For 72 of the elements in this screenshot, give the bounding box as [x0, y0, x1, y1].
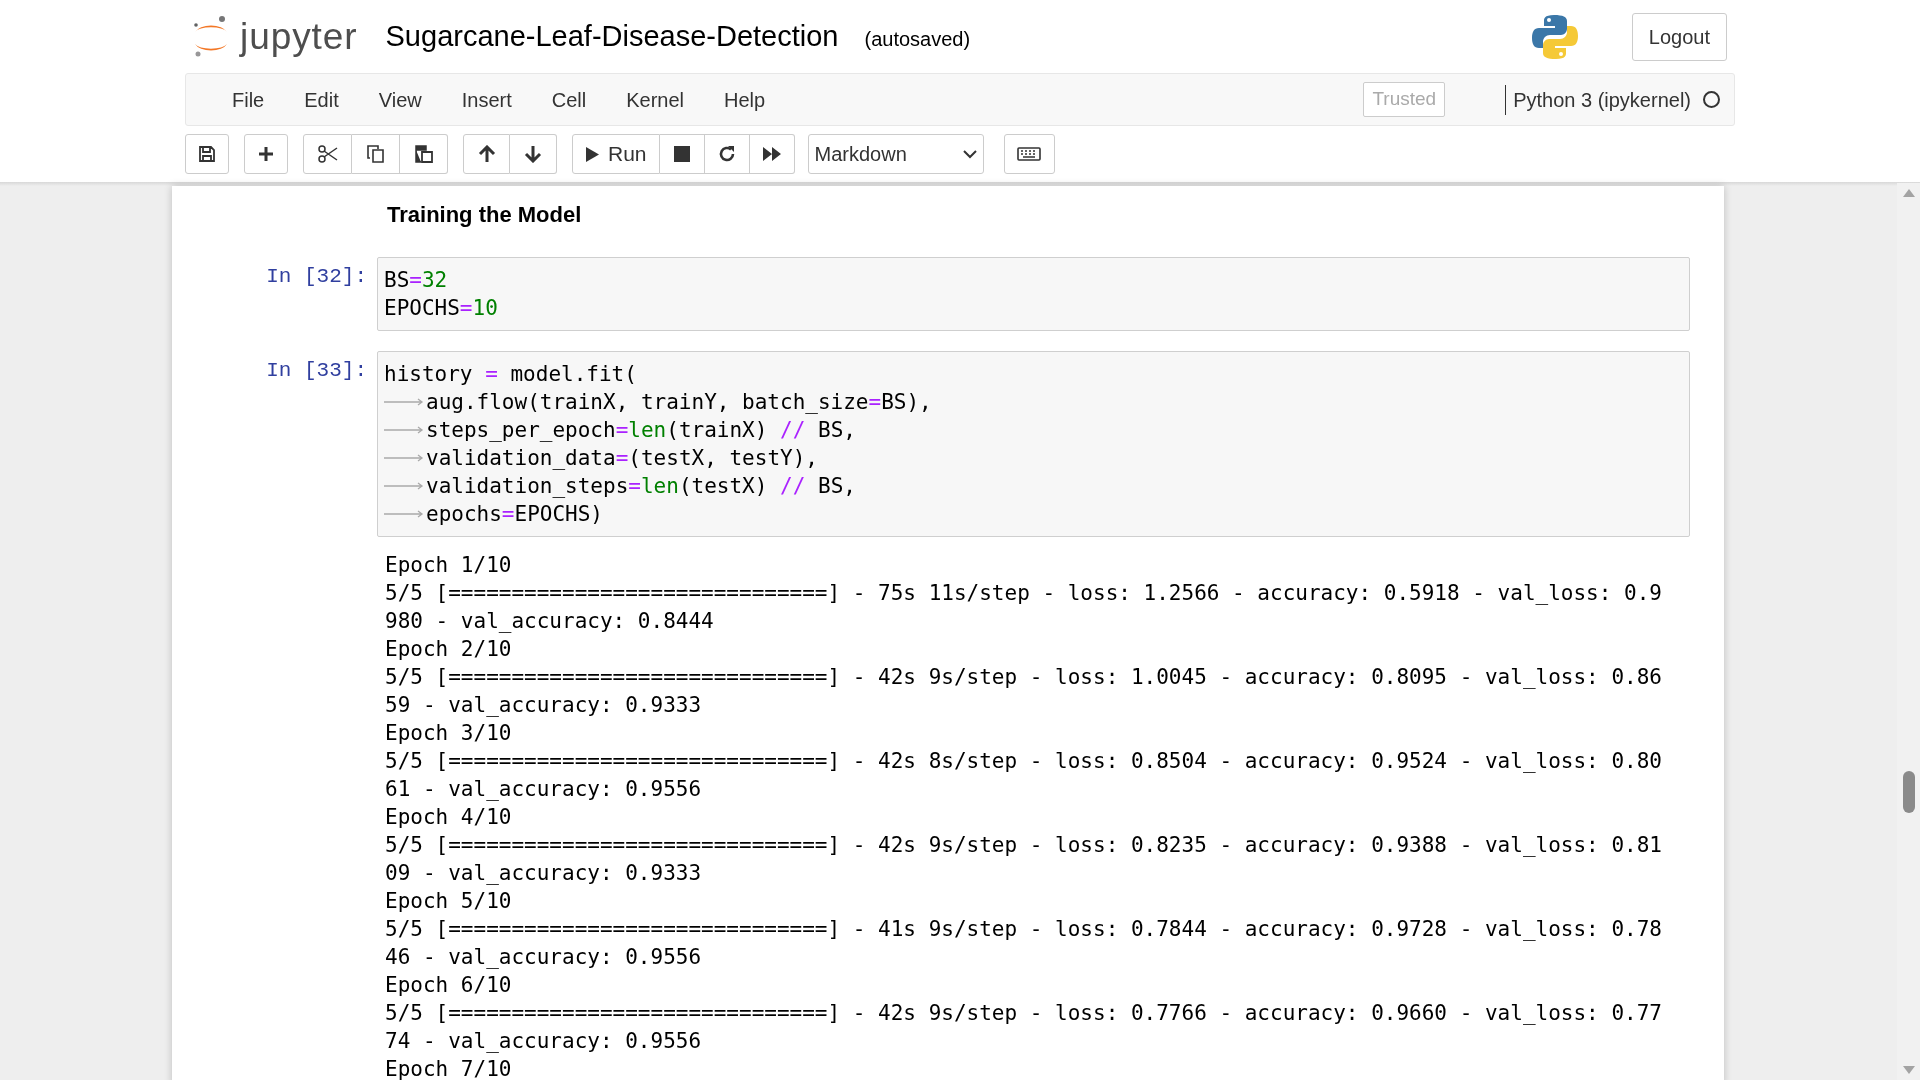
run-button[interactable]: Run — [572, 134, 660, 174]
menu-item[interactable]: Edit — [284, 84, 359, 115]
save-button[interactable] — [185, 134, 229, 174]
menu-item[interactable]: View — [358, 84, 442, 115]
code-line: history = model.fit( — [384, 361, 637, 388]
copy-icon — [365, 144, 386, 164]
output-line: 5/5 [==============================] - 42s 9s/step - loss: 0.7766 - accuracy: 0.9660 - val_loss: 0.77 — [385, 1000, 1662, 1027]
paste-icon — [413, 144, 434, 164]
output-line: 5/5 [==============================] - 75s 11s/step - loss: 1.2566 - accuracy: 0.5918 - val_loss: 0.9 — [385, 580, 1662, 607]
output-line: 59 - val_accuracy: 0.9333 — [385, 692, 702, 719]
code-input[interactable]: BS=32 EPOCHS=10 — [377, 257, 1690, 331]
stop-icon — [673, 146, 690, 162]
code-input[interactable]: history = model.fit( aug.flow(trainX, trainY, batch_size=BS), steps_per_epoch=len(trainX) // BS, validation_data=(testX, testY), validation_steps=len(testX) // BS, epochs=EPOCHS) — [377, 351, 1690, 537]
scissors-icon — [317, 145, 338, 163]
play-icon — [585, 145, 600, 163]
menu-item[interactable]: Insert — [441, 84, 532, 115]
move-down-button[interactable] — [510, 134, 557, 174]
move-up-button[interactable] — [463, 134, 510, 174]
copy-button[interactable] — [352, 134, 400, 174]
plus-icon — [258, 146, 274, 162]
output-line: Epoch 6/10 — [385, 972, 512, 999]
output-line: 980 - val_accuracy: 0.8444 — [385, 608, 714, 635]
code-line: validation_steps=len(testX) // BS, — [426, 473, 856, 500]
add-cell-button[interactable] — [244, 134, 288, 174]
menu-item[interactable]: Cell — [531, 84, 607, 115]
output-line: Epoch 1/10 — [385, 552, 512, 579]
cell-type-dropdown[interactable]: Markdown — [807, 134, 984, 174]
arrow-up-icon — [477, 145, 496, 163]
run-all-button[interactable] — [749, 134, 795, 174]
menu-item[interactable]: Help — [704, 84, 786, 115]
logout-button[interactable]: Logout — [1631, 12, 1727, 61]
logo-text: jupyter — [240, 18, 358, 55]
output-line: Epoch 2/10 — [385, 636, 512, 663]
keyboard-icon — [1017, 147, 1042, 161]
output-line: 5/5 [==============================] - 42s 8s/step - loss: 0.8504 - accuracy: 0.9524 - val_loss: 0.80 — [385, 748, 1662, 775]
code-line: validation_data=(testX, testY), — [426, 445, 818, 472]
restart-button[interactable] — [704, 134, 750, 174]
restart-icon — [717, 145, 736, 163]
save-icon — [198, 145, 216, 163]
output-line: 5/5 [==============================] - 41s 9s/step - loss: 0.7844 - accuracy: 0.9728 - val_loss: 0.78 — [385, 916, 1662, 943]
output-line: Epoch 4/10 — [385, 804, 512, 831]
output-line: 61 - val_accuracy: 0.9556 — [385, 776, 702, 803]
cell-prompt: In [32]: — [266, 265, 367, 288]
cell-prompt: In [33]: — [266, 359, 367, 382]
logo-icon — [192, 14, 230, 59]
paste-button[interactable] — [400, 134, 448, 174]
output-line: 74 - val_accuracy: 0.9556 — [385, 1028, 702, 1055]
save-status: (autosaved) — [864, 26, 971, 52]
output-line: Epoch 7/10 — [385, 1056, 512, 1080]
code-line: aug.flow(trainX, trainY, batch_size=BS), — [426, 389, 932, 416]
notebook-name[interactable]: Sugarcane-Leaf-Disease-Detection — [385, 14, 839, 59]
output-line: Epoch 3/10 — [385, 720, 512, 747]
cut-button[interactable] — [303, 134, 352, 174]
output-line: 09 - val_accuracy: 0.9333 — [385, 860, 702, 887]
code-line: BS=32 — [384, 267, 448, 294]
output-line: 5/5 [==============================] - 42s 9s/step - loss: 1.0045 - accuracy: 0.8095 - val_loss: 0.86 — [385, 664, 1662, 691]
code-line: EPOCHS=10 — [384, 295, 498, 322]
scrollbar-thumb[interactable] — [1903, 771, 1915, 813]
output-line: Epoch 5/10 — [385, 888, 512, 915]
stop-button[interactable] — [659, 134, 705, 174]
chevron-down-icon — [962, 149, 977, 159]
code-line: steps_per_epoch=len(trainX) // BS, — [426, 417, 856, 444]
markdown-heading: Training the Model — [387, 202, 582, 227]
kernel-name: Python 3 (ipykernel) — [1513, 87, 1691, 113]
code-line: epochs=EPOCHS) — [426, 501, 604, 528]
fast-forward-icon — [761, 146, 782, 162]
menu-item[interactable]: Kernel — [606, 84, 704, 115]
output-line: 5/5 [==============================] - 42s 9s/step - loss: 0.8235 - accuracy: 0.9388 - val_loss: 0.81 — [385, 832, 1662, 859]
arrow-down-icon — [524, 145, 542, 163]
output-line: 46 - val_accuracy: 0.9556 — [385, 944, 702, 971]
menu-item[interactable]: File — [212, 84, 285, 115]
keyboard-button[interactable] — [1003, 134, 1055, 174]
